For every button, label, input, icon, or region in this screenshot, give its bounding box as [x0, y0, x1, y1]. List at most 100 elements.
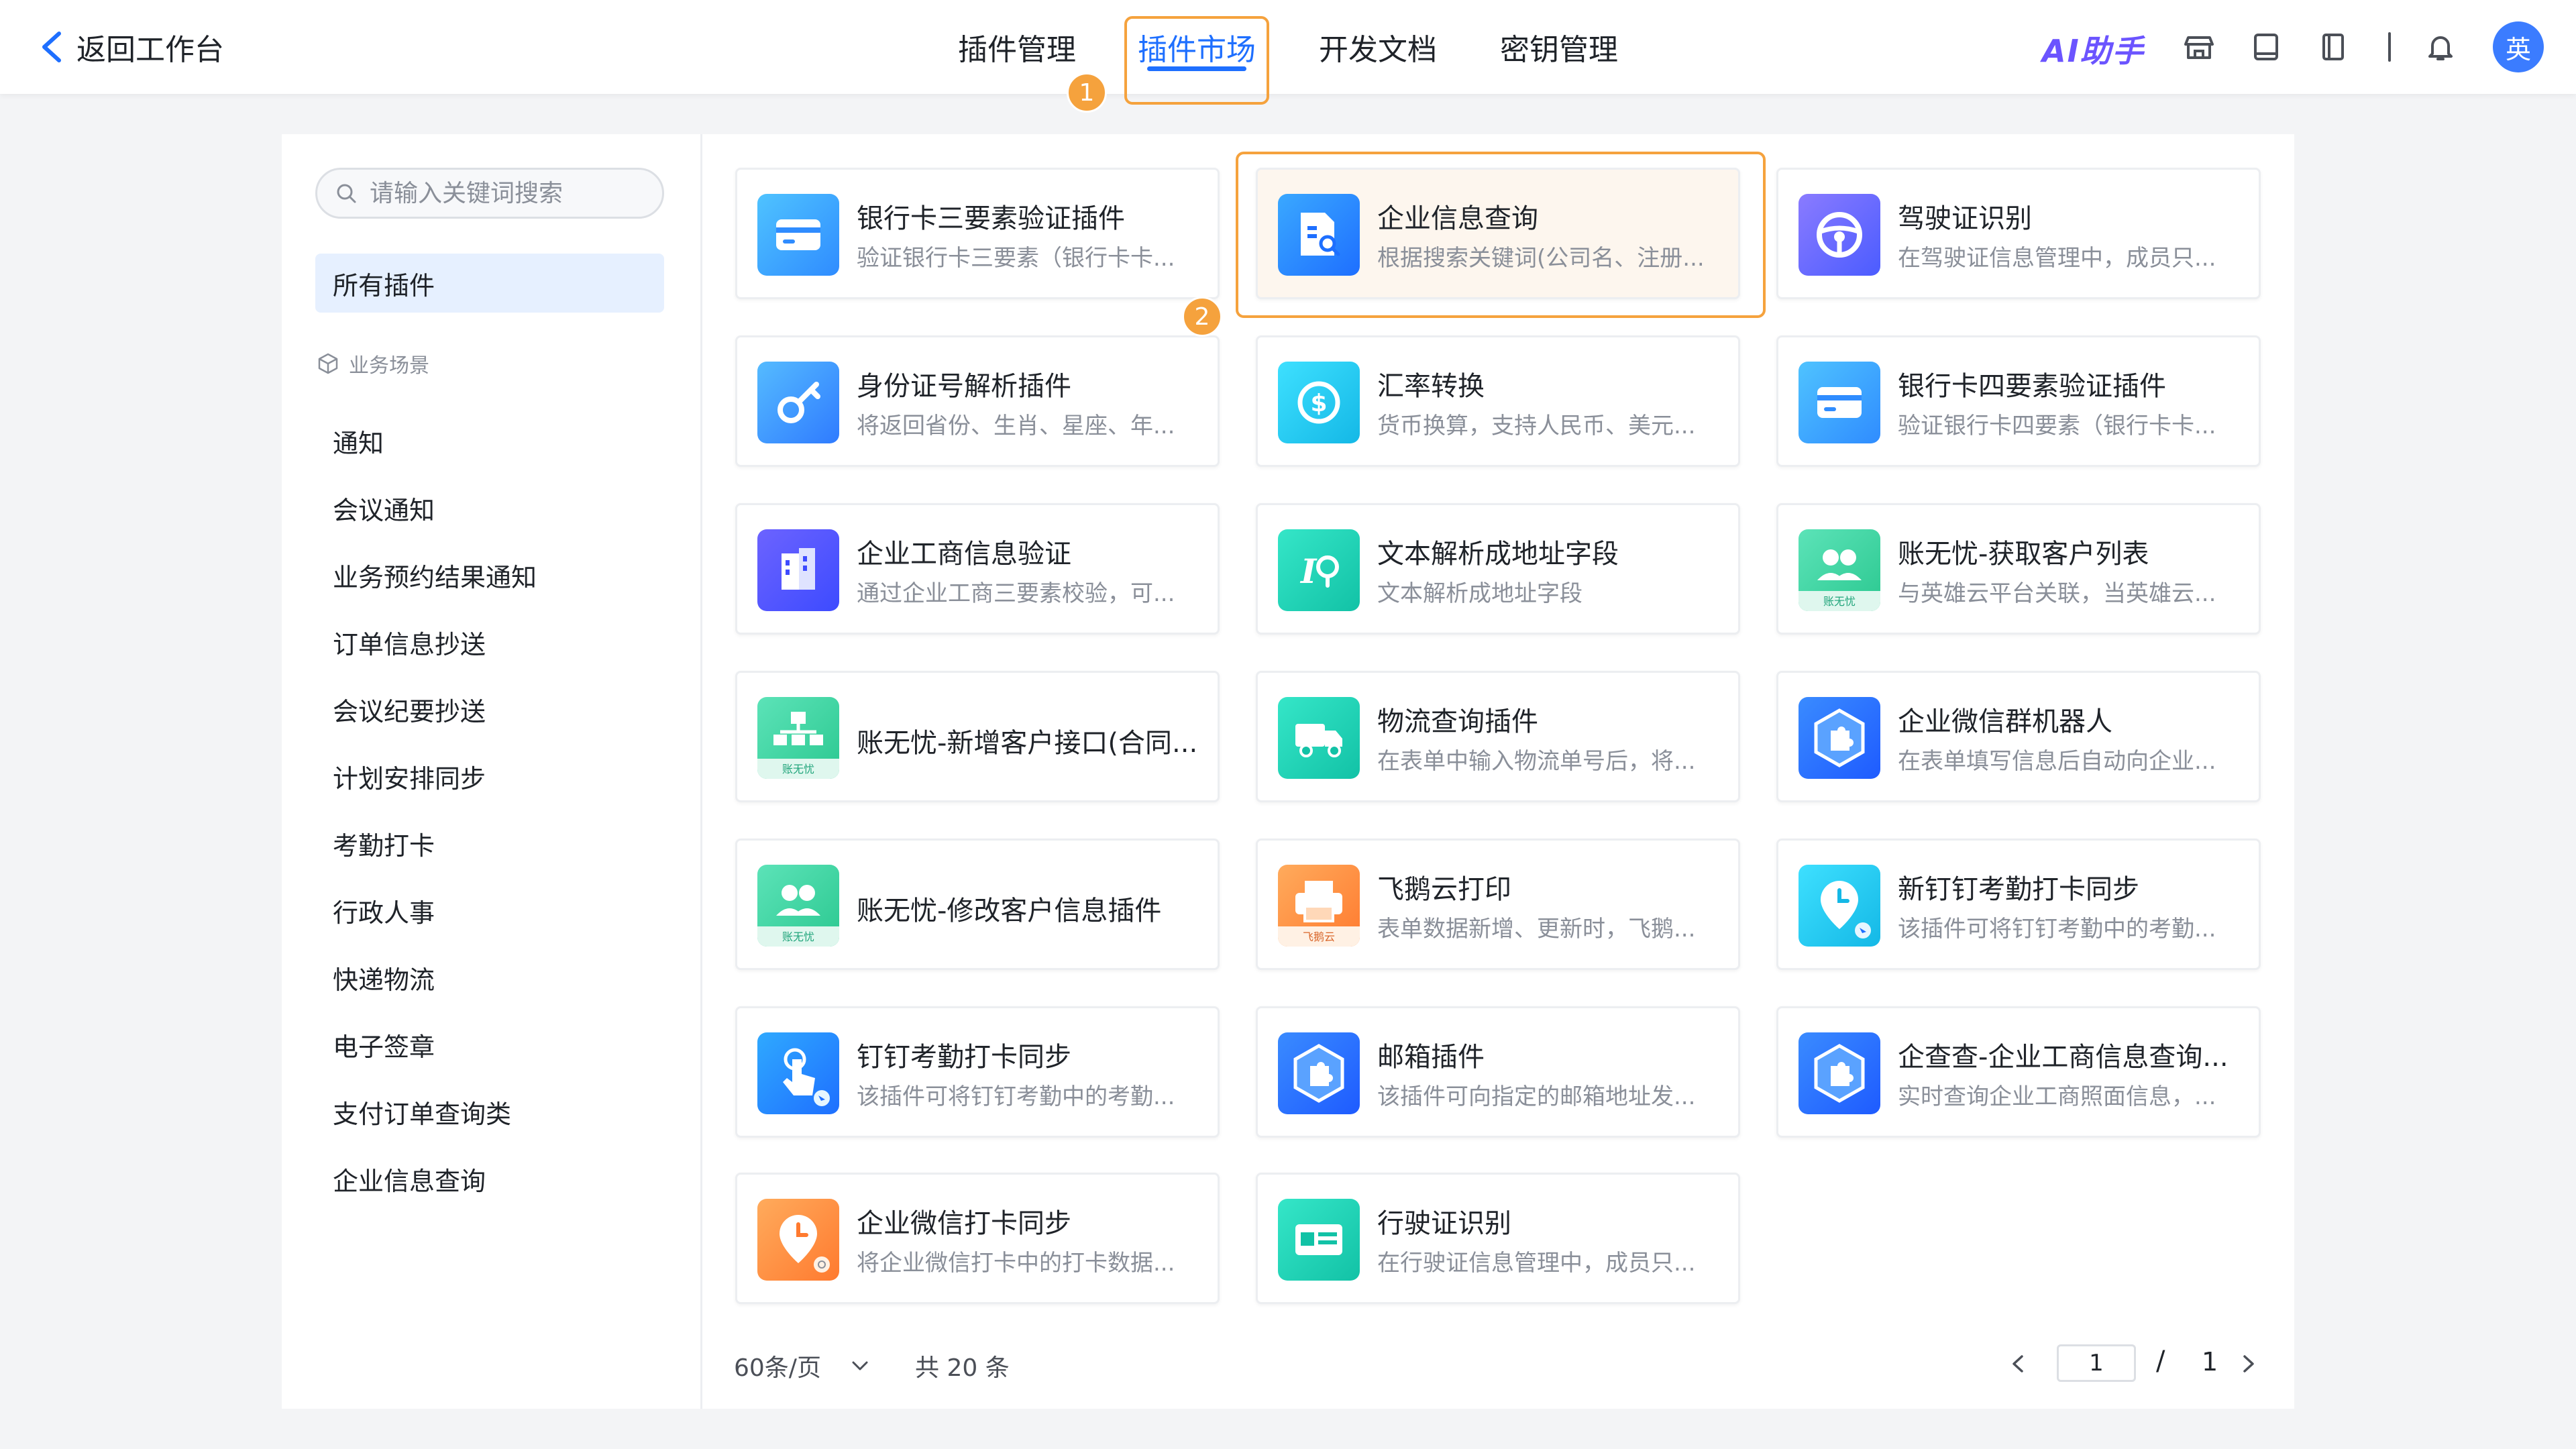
plugin-card[interactable]: 企业微信打卡同步 将企业微信打卡中的打卡数据... — [735, 1173, 1220, 1304]
plugin-title: 物流查询插件 — [1377, 706, 1538, 737]
page-separator: / — [2156, 1346, 2165, 1377]
back-label: 返回工作台 — [76, 33, 224, 67]
plugin-card[interactable]: 邮箱插件 该插件可向指定的邮箱地址发... — [1256, 1006, 1740, 1138]
store-icon[interactable] — [2183, 31, 2215, 63]
plugin-desc: 在表单填写信息后自动向企业... — [1898, 748, 2216, 775]
currency-exchange-icon: $ — [1278, 362, 1360, 443]
plugin-card[interactable]: 账无忧 账无忧-获取客户列表 与英雄云平台关联，当英雄云... — [1776, 503, 2261, 635]
plugin-desc: 该插件可将钉钉考勤中的考勤... — [857, 1083, 1175, 1110]
sidebar-item[interactable]: 支付订单查询类 — [333, 1088, 655, 1135]
sidebar-item[interactable]: 快递物流 — [333, 954, 655, 1001]
plugin-title: 邮箱插件 — [1377, 1042, 1485, 1073]
plugin-title: 账无忧-新增客户接口(合同... — [857, 728, 1198, 759]
sidebar-item[interactable]: 企业信息查询 — [333, 1155, 655, 1202]
sidebar-group-business-scenarios: 业务场景 — [317, 349, 429, 378]
plugin-card[interactable]: 企查查-企业工商信息查询... 实时查询企业工商照面信息，... — [1776, 1006, 2261, 1138]
plugin-card[interactable]: 银行卡四要素验证插件 验证银行卡四要素（银行卡卡... — [1776, 335, 2261, 467]
touch-icon — [757, 1032, 839, 1114]
search-icon — [337, 184, 356, 203]
plugin-card[interactable]: 账无忧 账无忧-修改客户信息插件 — [735, 839, 1220, 970]
puzzle-icon — [1799, 1032, 1880, 1114]
plugin-desc: 根据搜索关键词(公司名、注册... — [1377, 245, 1705, 272]
tablet-icon[interactable] — [2250, 31, 2282, 63]
sidebar-item[interactable]: 计划安排同步 — [333, 753, 655, 800]
tab-key-management[interactable]: 密钥管理 — [1492, 16, 1626, 78]
search-input[interactable] — [368, 178, 666, 208]
clock-pin-icon — [1799, 865, 1880, 947]
back-to-workbench-button[interactable]: 返回工作台 — [39, 25, 224, 68]
plugin-title: 企业微信群机器人 — [1898, 706, 2112, 737]
plugin-card[interactable]: 行驶证识别 在行驶证信息管理中，成员只... — [1256, 1173, 1740, 1304]
plugin-title: 账无忧-获取客户列表 — [1898, 539, 2149, 570]
location-text-icon: I — [1278, 529, 1360, 611]
plugin-desc: 该插件可向指定的邮箱地址发... — [1377, 1083, 1696, 1110]
next-page-button[interactable] — [2234, 1347, 2263, 1381]
steering-wheel-icon — [1799, 194, 1880, 276]
plugin-desc: 在表单中输入物流单号后，将... — [1377, 748, 1696, 775]
sidebar-item[interactable]: 电子签章 — [333, 1021, 655, 1068]
plugin-card[interactable]: $ 汇率转换 货币换算，支持人民币、美元... — [1256, 335, 1740, 467]
svg-text:账无忧: 账无忧 — [782, 930, 814, 943]
plugin-desc: 实时查询企业工商照面信息，... — [1898, 1083, 2216, 1110]
sidebar-item-all-plugins[interactable]: 所有插件 — [315, 254, 664, 313]
users-icon: 账无忧 — [1799, 529, 1880, 611]
tab-plugin-market[interactable]: 插件市场 — [1130, 16, 1264, 78]
ai-assistant-button[interactable]: AI助手 — [2042, 27, 2145, 71]
plugin-card[interactable]: I 文本解析成地址字段 文本解析成地址字段 — [1256, 503, 1740, 635]
building-icon — [757, 529, 839, 611]
page-number-input[interactable] — [2057, 1344, 2136, 1382]
plugin-desc: 货币换算，支持人民币、美元... — [1377, 413, 1696, 439]
total-pages: 1 — [2202, 1347, 2218, 1377]
plugin-card[interactable]: 账无忧 账无忧-新增客户接口(合同... — [735, 671, 1220, 802]
page-size-select[interactable]: 60条/页 — [734, 1348, 872, 1383]
sidebar-item[interactable]: 考勤打卡 — [333, 820, 655, 867]
plugin-desc: 验证银行卡三要素（银行卡卡... — [857, 245, 1175, 272]
sidebar-item[interactable]: 会议纪要抄送 — [333, 686, 655, 733]
plugin-card[interactable]: 企业信息查询 根据搜索关键词(公司名、注册... — [1256, 168, 1740, 299]
plugin-card[interactable]: 企业微信群机器人 在表单填写信息后自动向企业... — [1776, 671, 2261, 802]
printer-icon: 飞鹅云 — [1278, 865, 1360, 947]
book-icon[interactable] — [2317, 31, 2349, 63]
bank-card-icon — [757, 194, 839, 276]
plugin-title: 企业微信打卡同步 — [857, 1208, 1071, 1239]
plugin-title: 企业工商信息验证 — [857, 539, 1071, 570]
plugin-title: 银行卡三要素验证插件 — [857, 203, 1125, 234]
avatar[interactable]: 英 — [2493, 21, 2544, 72]
plugin-card[interactable]: 钉钉考勤打卡同步 该插件可将钉钉考勤中的考勤... — [735, 1006, 1220, 1138]
plugin-desc: 将企业微信打卡中的打卡数据... — [857, 1250, 1175, 1277]
plugin-desc: 文本解析成地址字段 — [1377, 580, 1582, 607]
plugin-title: 企查查-企业工商信息查询... — [1898, 1042, 2229, 1073]
plugin-card[interactable]: 身份证号解析插件 将返回省份、生肖、星座、年... — [735, 335, 1220, 467]
chevron-left-icon — [42, 32, 61, 62]
sidebar-item[interactable]: 订单信息抄送 — [333, 619, 655, 665]
clock-pin-icon — [757, 1199, 839, 1281]
bank-card-icon — [1799, 362, 1880, 443]
plugin-desc: 验证银行卡四要素（银行卡卡... — [1898, 413, 2216, 439]
sidebar-item[interactable]: 业务预约结果通知 — [333, 551, 655, 598]
plugin-desc: 通过企业工商三要素校验，可... — [857, 580, 1175, 607]
plugin-card[interactable]: 飞鹅云 飞鹅云打印 表单数据新增、更新时，飞鹅... — [1256, 839, 1740, 970]
total-count: 共 20 条 — [915, 1354, 1010, 1382]
sidebar-item[interactable]: 通知 — [333, 417, 655, 464]
plugin-card[interactable]: 物流查询插件 在表单中输入物流单号后，将... — [1256, 671, 1740, 802]
puzzle-icon — [1799, 697, 1880, 779]
plugin-desc: 与英雄云平台关联，当英雄云... — [1898, 580, 2216, 607]
users-icon: 账无忧 — [757, 865, 839, 947]
key-icon — [757, 362, 839, 443]
plugin-title: 飞鹅云打印 — [1377, 874, 1511, 905]
tab-plugin-management[interactable]: 插件管理 — [950, 16, 1084, 78]
prev-page-button[interactable] — [2003, 1347, 2033, 1381]
search-box — [315, 168, 666, 219]
sidebar-item[interactable]: 行政人事 — [333, 887, 655, 934]
plugin-title: 企业信息查询 — [1377, 203, 1538, 234]
plugin-card[interactable]: 新钉钉考勤打卡同步 该插件可将钉钉考勤中的考勤... — [1776, 839, 2261, 970]
tab-dev-docs[interactable]: 开发文档 — [1311, 16, 1445, 78]
plugin-card[interactable]: 驾驶证识别 在驾驶证信息管理中，成员只... — [1776, 168, 2261, 299]
plugin-card[interactable]: 企业工商信息验证 通过企业工商三要素校验，可... — [735, 503, 1220, 635]
step2-badge: 2 — [1182, 297, 1222, 337]
sidebar-item[interactable]: 会议通知 — [333, 484, 655, 531]
plugin-title: 行驶证识别 — [1377, 1208, 1511, 1239]
plugin-card[interactable]: 银行卡三要素验证插件 验证银行卡三要素（银行卡卡... — [735, 168, 1220, 299]
company-search-icon — [1278, 194, 1360, 276]
bell-icon[interactable] — [2424, 31, 2457, 63]
